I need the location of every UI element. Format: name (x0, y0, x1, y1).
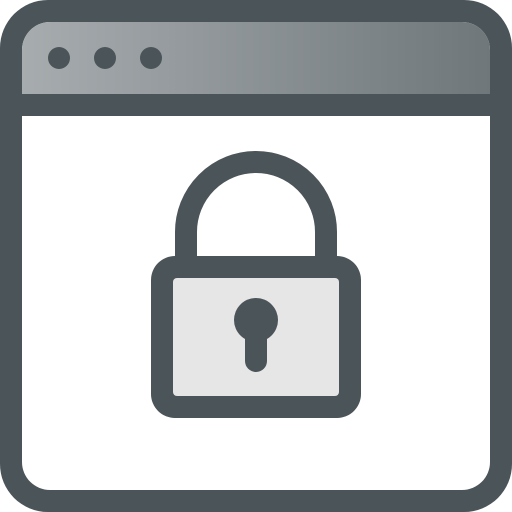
window-dot-icon (48, 47, 70, 69)
window-dot-icon (140, 47, 162, 69)
window-dot-icon (94, 47, 116, 69)
browser-window-lock-icon (0, 0, 512, 512)
titlebar-divider (22, 94, 490, 116)
window-titlebar (22, 22, 490, 94)
browser-window-icon (0, 0, 512, 512)
